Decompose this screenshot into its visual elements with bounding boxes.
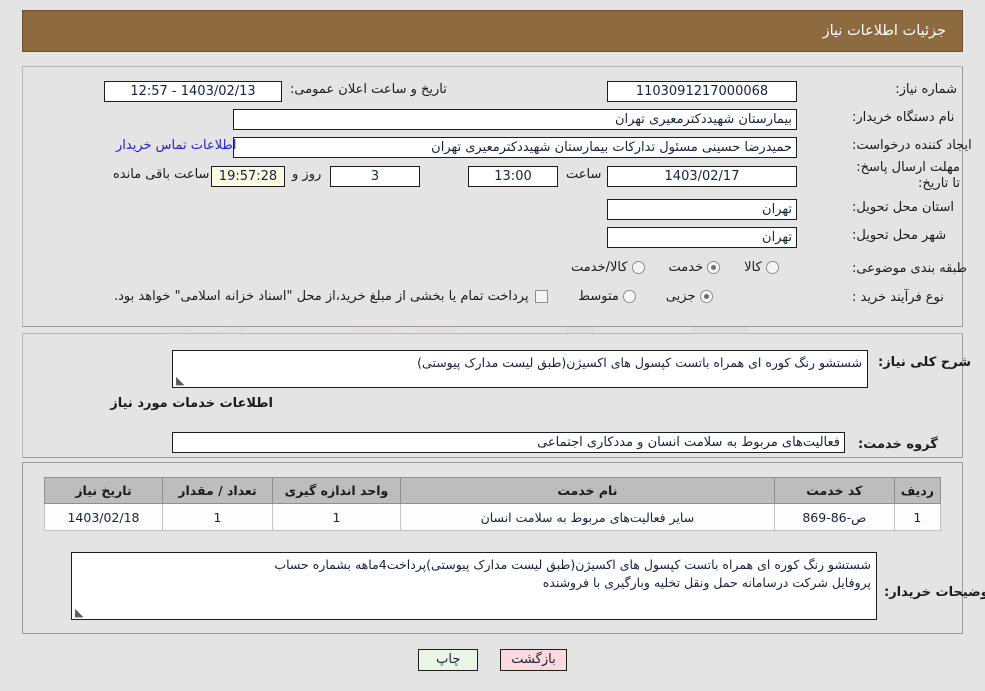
deadline-hour-label: ساعت: [566, 167, 602, 182]
cell-unit: 1: [272, 503, 401, 531]
page-header: جزئیات اطلاعات نیاز: [22, 10, 963, 52]
deadline-date-value: 1403/02/17: [607, 166, 797, 187]
description-textarea[interactable]: شستشو رنگ کوره ای همراه باتست کپسول های …: [172, 350, 868, 388]
description-label: شرح کلی نیاز:: [878, 355, 972, 370]
category-radio-kala-khedmat-label: کالا/خدمت: [571, 260, 628, 275]
requester-label-row: ایجاد کننده درخواست:: [852, 138, 972, 153]
back-button[interactable]: بازگشت: [500, 649, 567, 671]
process-radio-jozi[interactable]: [699, 290, 713, 303]
col-name: نام خدمت: [400, 477, 775, 504]
category-radio-kala-label: کالا: [744, 260, 762, 275]
category-label-row: طبقه بندی موضوعی:: [852, 261, 967, 276]
requester-label: ایجاد کننده درخواست:: [852, 138, 972, 153]
process-radio-motavaset[interactable]: [622, 290, 636, 303]
col-unit: واحد اندازه گیری: [272, 477, 401, 504]
buyer-notes-label-row: توضیحات خریدار:: [884, 585, 985, 600]
col-need-date: تاریخ نیاز: [44, 477, 163, 504]
category-radio-group: کالا خدمت کالا/خدمت: [565, 260, 779, 275]
need-number-label-row: شماره نیاز:: [852, 82, 957, 97]
resize-grip-icon[interactable]: ◢: [176, 374, 185, 387]
service-group-value: فعالیت‌های مربوط به سلامت انسان و مددکار…: [172, 432, 845, 453]
buyer-org-label-row: نام دستگاه خریدار:: [852, 110, 954, 125]
contact-link-row[interactable]: اطلاعات تماس خریدار: [116, 138, 236, 153]
province-label: استان محل تحویل:: [852, 200, 954, 215]
remaining-days-label: روز و: [292, 167, 322, 182]
treasury-checkbox-label: پرداخت تمام یا بخشی از مبلغ خرید،از محل …: [114, 289, 529, 304]
table-header-row: ردیف کد خدمت نام خدمت واحد اندازه گیری ت…: [44, 477, 942, 504]
process-label-row: نوع فرآیند خرید :: [852, 290, 944, 305]
buyer-notes-label: توضیحات خریدار:: [884, 585, 985, 600]
process-radio-motavaset-label: متوسط: [578, 289, 619, 304]
col-index: ردیف: [893, 477, 942, 504]
category-label: طبقه بندی موضوعی:: [852, 261, 968, 276]
countdown-timer: 19:57:28: [211, 166, 285, 187]
city-label-row: شهر محل تحویل:: [852, 228, 946, 243]
description-value: شستشو رنگ کوره ای همراه باتست کپسول های …: [417, 355, 862, 370]
need-number-value: 1103091217000068: [607, 81, 797, 102]
action-buttons: بازگشت چاپ: [0, 649, 985, 671]
cell-index: 1: [893, 503, 942, 531]
services-table: ردیف کد خدمت نام خدمت واحد اندازه گیری ت…: [44, 477, 942, 531]
deadline-hour-value: 13:00: [468, 166, 558, 187]
buyer-org-value: بیمارستان شهیددکترمعیری تهران: [233, 109, 797, 130]
remaining-days-value: 3: [330, 166, 420, 187]
category-radio-khedmat[interactable]: [707, 261, 721, 274]
deadline-label-row: مهلت ارسال پاسخ: تا تاریخ:: [852, 160, 960, 192]
need-number-label: شماره نیاز:: [895, 82, 957, 97]
page-root: AriaTender.net جزئیات اطلاعات نیاز شماره…: [0, 0, 985, 691]
cell-qty: 1: [162, 503, 273, 531]
process-radio-jozi-label: جزیی: [665, 289, 696, 304]
need-info-panel: [22, 66, 963, 327]
cell-name: سایر فعالیت‌های مربوط به سلامت انسان: [400, 503, 775, 531]
category-radio-kala-khedmat[interactable]: [631, 261, 645, 274]
print-button[interactable]: چاپ: [418, 649, 479, 671]
buyer-notes-textarea[interactable]: شستشو رنگ کوره ای همراه باتست کپسول های …: [71, 552, 877, 620]
buyer-notes-line-2: پروفایل شرکت درسامانه حمل ونقل تخلیه وبا…: [542, 575, 871, 591]
hour-label-row: ساعت: [566, 167, 601, 182]
city-value: تهران: [607, 227, 797, 248]
description-label-row: شرح کلی نیاز:: [878, 355, 971, 370]
buyer-org-label: نام دستگاه خریدار:: [852, 110, 955, 125]
requester-value: حمیدرضا حسینی مسئول تدارکات بیمارستان شه…: [233, 137, 797, 158]
cell-code: ص-86-869: [773, 503, 895, 531]
services-section-heading: اطلاعات خدمات مورد نیاز: [110, 396, 273, 411]
cell-need-date: 1403/02/18: [44, 503, 163, 531]
process-label: نوع فرآیند خرید :: [852, 290, 944, 305]
public-announce-value: 1403/02/13 - 12:57: [104, 81, 282, 102]
province-label-row: استان محل تحویل:: [852, 200, 954, 215]
province-value: تهران: [607, 199, 797, 220]
table-row: 1 ص-86-869 سایر فعالیت‌های مربوط به سلام…: [44, 503, 942, 531]
resize-grip-icon[interactable]: ◢: [75, 606, 84, 619]
public-announce-label-row: تاریخ و ساعت اعلان عمومی:: [290, 82, 447, 97]
category-radio-kala[interactable]: [765, 261, 779, 274]
deadline-label: مهلت ارسال پاسخ: تا تاریخ:: [856, 160, 960, 191]
buyer-contact-link[interactable]: اطلاعات تماس خریدار: [116, 138, 236, 153]
treasury-checkbox[interactable]: [534, 290, 548, 303]
service-group-label: گروه خدمت:: [858, 437, 938, 452]
treasury-checkbox-row: پرداخت تمام یا بخشی از مبلغ خرید،از محل …: [114, 289, 548, 304]
public-announce-label: تاریخ و ساعت اعلان عمومی:: [290, 82, 447, 97]
category-radio-khedmat-label: خدمت: [668, 260, 704, 275]
col-code: کد خدمت: [773, 477, 895, 504]
city-label: شهر محل تحویل:: [852, 228, 947, 243]
service-group-label-row: گروه خدمت:: [858, 437, 938, 452]
remaining-hours-label: ساعت باقی مانده: [113, 167, 210, 182]
days-label-row: روز و: [292, 167, 321, 182]
col-qty: تعداد / مقدار: [162, 477, 273, 504]
process-radio-group: جزیی متوسط: [572, 289, 713, 304]
buyer-notes-line-1: شستشو رنگ کوره ای همراه باتست کپسول های …: [274, 557, 871, 572]
page-title: جزئیات اطلاعات نیاز: [822, 23, 946, 39]
timer-label-row: ساعت باقی مانده: [113, 167, 209, 182]
